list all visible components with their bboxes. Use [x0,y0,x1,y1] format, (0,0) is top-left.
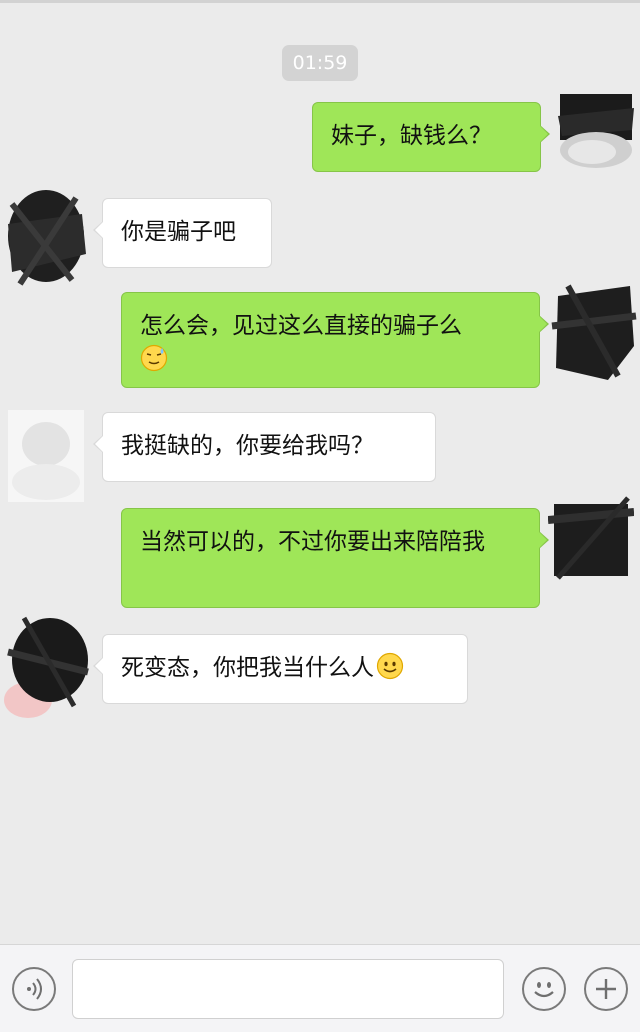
plus-icon [586,969,626,1009]
contact-avatar[interactable] [8,410,84,502]
incoming-message[interactable]: 死变态，你把我当什么人 [93,634,468,704]
my-avatar[interactable] [548,494,634,584]
voice-button[interactable] [12,967,56,1011]
message-text: 当然可以的，不过你要出来陪陪我 [140,529,485,555]
outgoing-message[interactable]: 妹子，缺钱么？ [312,102,550,172]
smile-emoji [376,652,404,680]
my-avatar[interactable] [548,276,638,386]
message-timestamp: 01:59 [282,45,358,81]
message-text: 我挺缺的，你要给我吗？ [121,433,374,459]
input-bar [0,944,640,1032]
emoji-icon [524,969,564,1009]
sweat-smile-emoji [140,344,168,372]
message-text: 死变态，你把我当什么人 [121,655,374,681]
add-button[interactable] [584,967,628,1011]
message-input[interactable] [72,959,504,1019]
message-text: 你是骗子吧 [121,219,236,245]
emoji-button[interactable] [522,967,566,1011]
incoming-message[interactable]: 我挺缺的，你要给我吗？ [93,412,436,482]
chat-screen: 01:59 妹子，缺钱么？ 你是骗子吧 怎么会，见过这么直接的骗子么 我挺缺的，… [0,0,640,1032]
contact-avatar[interactable] [4,612,90,722]
contact-avatar[interactable] [2,184,88,294]
message-text: 怎么会，见过这么直接的骗子么 [140,313,462,339]
outgoing-message[interactable]: 当然可以的，不过你要出来陪陪我 [121,508,549,608]
top-divider [0,0,640,3]
message-text: 妹子，缺钱么？ [331,123,492,149]
my-avatar[interactable] [556,86,636,176]
voice-icon [14,969,54,1009]
outgoing-message[interactable]: 怎么会，见过这么直接的骗子么 [121,292,549,388]
incoming-message[interactable]: 你是骗子吧 [93,198,272,268]
